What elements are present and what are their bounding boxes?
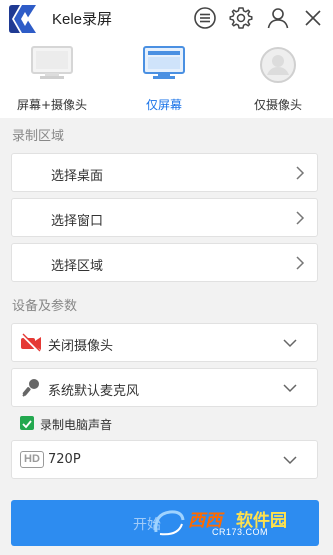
chevron-down-icon (283, 339, 297, 348)
camera-select[interactable]: 关闭摄像头 (11, 323, 318, 362)
webcam-icon (260, 47, 296, 83)
record-audio-label: 录制电脑声音 (40, 418, 113, 432)
chevron-down-icon (283, 456, 297, 465)
title-bar: Kele录屏 (0, 0, 333, 36)
mode-screen-and-camera[interactable]: 屏幕+摄像头 (8, 36, 96, 118)
checkmark-icon (22, 420, 32, 429)
mode-label: 仅摄像头 (253, 98, 302, 112)
mode-label: 仅屏幕 (145, 98, 182, 112)
select-window-button[interactable]: 选择窗口 (11, 198, 318, 237)
monitor-icon (143, 46, 185, 79)
menu-icon[interactable] (193, 6, 217, 30)
quality-select[interactable]: HD 720P (11, 440, 318, 479)
mode-selector: 屏幕+摄像头 仅屏幕 仅摄像头 (0, 36, 333, 118)
watermark-logo-icon (154, 510, 185, 536)
record-area-heading: 录制区域 (12, 129, 65, 144)
chevron-right-icon (296, 166, 305, 180)
chevron-right-icon (296, 211, 305, 225)
chevron-down-icon (283, 384, 297, 393)
select-desktop-button[interactable]: 选择桌面 (11, 153, 318, 192)
chevron-right-icon (296, 256, 305, 270)
quality-select-value: 720P (48, 452, 81, 467)
select-region-button[interactable]: 选择区域 (11, 243, 318, 282)
mode-screen-only[interactable]: 仅屏幕 (120, 36, 208, 118)
microphone-select-value: 系统默认麦克风 (48, 384, 140, 399)
hd-badge-icon: HD (20, 451, 44, 468)
app-title: Kele录屏 (52, 11, 113, 28)
mode-camera-only[interactable]: 仅摄像头 (238, 36, 318, 118)
select-desktop-label: 选择桌面 (51, 169, 104, 184)
screen-camera-icon (31, 46, 73, 79)
microphone-select[interactable]: 系统默认麦克风 (11, 368, 318, 407)
settings-heading: 设备及参数 (12, 299, 78, 314)
select-region-label: 选择区域 (51, 259, 104, 274)
watermark-url: CR173.COM (212, 527, 269, 537)
gear-icon[interactable] (229, 6, 253, 30)
watermark: 西西 软件园 CR173.COM (152, 504, 322, 544)
mode-label: 屏幕+摄像头 (16, 98, 88, 112)
camera-off-icon (21, 333, 41, 353)
record-audio-checkbox[interactable] (20, 416, 34, 430)
user-icon[interactable] (266, 6, 290, 30)
camera-select-value: 关闭摄像头 (48, 339, 114, 354)
microphone-icon (22, 379, 39, 397)
select-window-label: 选择窗口 (51, 214, 104, 229)
app-logo-icon (9, 5, 36, 33)
close-icon[interactable] (301, 6, 325, 30)
